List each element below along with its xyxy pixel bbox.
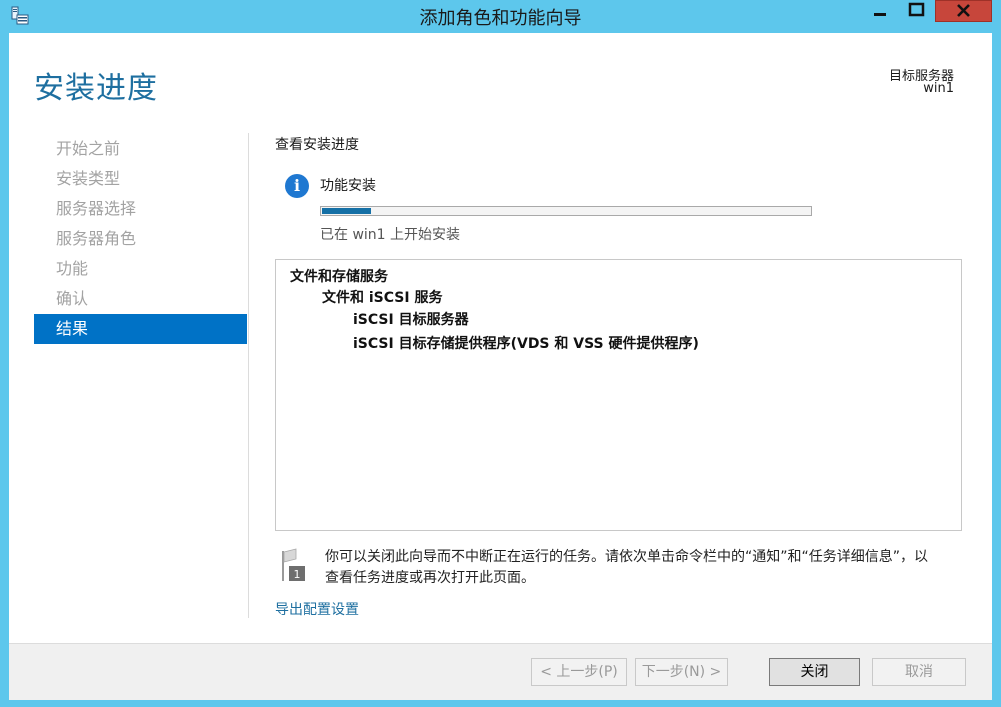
nav-item-features[interactable]: 功能 (34, 254, 247, 284)
maximize-icon (908, 2, 925, 17)
nav-item-server-selection[interactable]: 服务器选择 (34, 194, 247, 224)
nav-item-installation-type[interactable]: 安装类型 (34, 164, 247, 194)
nav-divider (248, 133, 249, 618)
wizard-footer: < 上一步(P) 下一步(N) > 关闭 取消 (9, 643, 992, 700)
wizard-content: 安装进度 目标服务器 win1 开始之前 安装类型 服务器选择 服务器角色 功能… (9, 33, 992, 700)
maximize-button[interactable] (900, 0, 934, 22)
result-item-iscsi-storage-provider: iSCSI 目标存储提供程序(VDS 和 VSS 硬件提供程序) (353, 336, 699, 352)
close-icon (957, 4, 970, 17)
wizard-window: 添加角色和功能向导 安装进度 目标服务器 win1 开始之前 安装类型 服务器选… (0, 0, 1001, 707)
feature-install-label: 功能安装 (320, 178, 376, 194)
target-server-value: win1 (923, 81, 954, 96)
minimize-button[interactable] (862, 0, 898, 22)
section-title: 查看安装进度 (275, 137, 359, 153)
close-button[interactable]: 关闭 (769, 658, 860, 686)
previous-button[interactable]: < 上一步(P) (531, 658, 627, 686)
result-item-file-iscsi-services: 文件和 iSCSI 服务 (322, 290, 443, 306)
result-item-file-storage-services: 文件和存储服务 (290, 269, 388, 285)
close-window-button[interactable] (935, 0, 992, 22)
export-configuration-link[interactable]: 导出配置设置 (275, 599, 359, 619)
title-bar[interactable]: 添加角色和功能向导 (0, 0, 1001, 32)
window-title: 添加角色和功能向导 (419, 8, 582, 29)
nav-item-before-you-begin[interactable]: 开始之前 (34, 134, 247, 164)
next-button[interactable]: 下一步(N) > (635, 658, 728, 686)
note-line-1: 你可以关闭此向导而不中断正在运行的任务。请依次单击命令栏中的“通知”和“任务详细… (325, 549, 929, 565)
result-item-iscsi-target-server: iSCSI 目标服务器 (353, 312, 469, 328)
flag-badge: 1 (294, 568, 301, 581)
notification-flag-icon: 1 (282, 548, 305, 581)
nav-item-confirmation[interactable]: 确认 (34, 284, 247, 314)
install-progress-bar (320, 206, 812, 216)
minimize-icon (874, 13, 886, 16)
install-progress-fill (322, 208, 371, 214)
results-list: 文件和存储服务 文件和 iSCSI 服务 iSCSI 目标服务器 iSCSI 目… (275, 259, 962, 531)
install-status-text: 已在 win1 上开始安装 (320, 227, 461, 243)
nav-item-results[interactable]: 结果 (34, 314, 247, 344)
close-wizard-note: 你可以关闭此向导而不中断正在运行的任务。请依次单击命令栏中的“通知”和“任务详细… (325, 547, 965, 589)
page-title: 安装进度 (34, 71, 158, 106)
note-line-2: 查看任务进度或再次打开此页面。 (325, 570, 535, 586)
cancel-button[interactable]: 取消 (872, 658, 966, 686)
nav-item-server-roles[interactable]: 服务器角色 (34, 224, 247, 254)
info-icon: i (285, 174, 309, 198)
